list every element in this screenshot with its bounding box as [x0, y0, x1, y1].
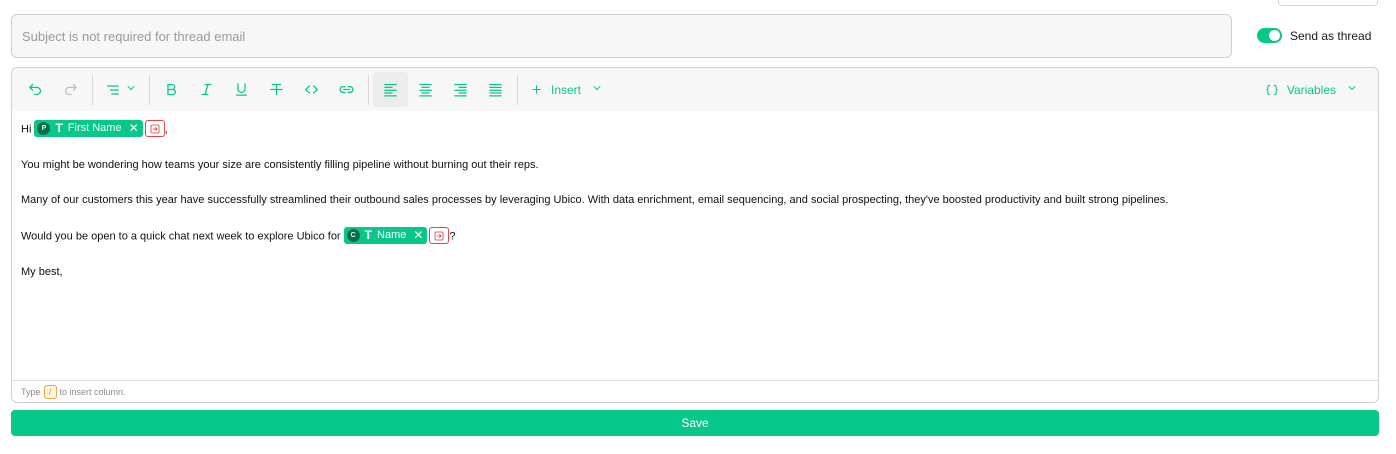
code-button[interactable]: [294, 72, 329, 107]
editor-toolbar: Insert Variables: [12, 68, 1378, 111]
heading-dropdown[interactable]: [97, 72, 145, 107]
hint-prefix: Type: [21, 386, 41, 397]
greeting-prefix: Hi: [21, 123, 32, 136]
strikethrough-icon: [270, 83, 283, 96]
insert-column-hint: Type / to insert column.: [12, 380, 1378, 402]
braces-icon: [1266, 84, 1278, 95]
toolbar-divider: [149, 74, 150, 105]
italic-button[interactable]: [189, 72, 224, 107]
align-justify-icon: [489, 83, 502, 97]
enter-icon: [150, 124, 160, 133]
email-editor: Insert Variables Hi P T First Name ✕ , Y…: [11, 67, 1379, 403]
send-as-thread-toggle[interactable]: Send as thread: [1257, 28, 1371, 43]
variable-label: First Name: [67, 122, 122, 134]
body-paragraph: Many of our customers this year have suc…: [21, 194, 1169, 206]
insert-label: Insert: [551, 82, 582, 97]
thread-switch[interactable]: [1257, 28, 1282, 43]
align-center-icon: [419, 83, 432, 97]
align-right-icon: [454, 83, 467, 97]
save-button[interactable]: Save: [11, 410, 1379, 436]
company-name-variable-pill[interactable]: C T Name ✕: [343, 227, 428, 244]
strikethrough-button[interactable]: [259, 72, 294, 107]
bold-button[interactable]: [154, 72, 189, 107]
align-justify-button[interactable]: [478, 72, 513, 107]
chevron-down-icon: [1348, 85, 1356, 90]
code-icon: [305, 85, 318, 94]
bold-icon: [167, 83, 177, 96]
subject-field[interactable]: [11, 14, 1232, 58]
fallback-flag-button[interactable]: [429, 227, 450, 244]
first-name-variable-pill[interactable]: P T First Name ✕: [34, 120, 143, 137]
insert-dropdown[interactable]: Insert: [522, 72, 611, 107]
question-line: Would you be open to a quick chat next w…: [21, 227, 1369, 245]
undo-button[interactable]: [18, 72, 53, 107]
remove-variable-icon[interactable]: ✕: [129, 121, 139, 136]
redo-button[interactable]: [53, 72, 88, 107]
variables-label: Variables: [1286, 82, 1336, 97]
top-action-button-edge[interactable]: [1278, 0, 1378, 6]
question-prefix: Would you be open to a quick chat next w…: [21, 230, 341, 243]
hint-suffix: to insert column.: [59, 386, 126, 397]
variables-dropdown[interactable]: Variables: [1257, 72, 1366, 107]
underline-button[interactable]: [224, 72, 259, 107]
undo-icon: [29, 83, 42, 96]
align-left-icon: [384, 83, 397, 97]
enter-icon: [435, 231, 444, 240]
thread-toggle-label: Send as thread: [1290, 28, 1372, 43]
remove-variable-icon[interactable]: ✕: [413, 228, 423, 243]
greeting-suffix: ,: [164, 123, 168, 136]
question-suffix: ?: [449, 230, 456, 243]
align-center-button[interactable]: [408, 72, 443, 107]
editor-content[interactable]: Hi P T First Name ✕ , You might be wonde…: [12, 111, 1378, 290]
align-right-button[interactable]: [443, 72, 478, 107]
text-type-icon: T: [55, 121, 63, 135]
plus-icon: [532, 85, 541, 94]
toolbar-divider: [92, 74, 93, 105]
redo-icon: [64, 83, 77, 96]
align-left-button[interactable]: [373, 72, 408, 107]
underline-icon: [235, 83, 248, 96]
chevron-down-icon: [593, 85, 601, 90]
signoff-line: My best,: [21, 266, 63, 278]
greeting-line: Hi P T First Name ✕ ,: [21, 120, 1369, 138]
text-type-icon: T: [364, 228, 373, 242]
fallback-flag-button[interactable]: [144, 120, 165, 137]
chevron-down-icon: [127, 85, 135, 90]
subject-input[interactable]: [12, 15, 1231, 57]
variable-source-badge: P: [37, 122, 51, 135]
link-button[interactable]: [329, 72, 364, 107]
slash-key-badge: /: [43, 384, 57, 399]
italic-icon: [201, 83, 212, 96]
toolbar-divider: [517, 74, 518, 105]
link-icon: [339, 86, 354, 93]
toolbar-divider: [368, 74, 369, 105]
heading-icon: [107, 84, 119, 95]
body-paragraph: You might be wondering how teams your si…: [21, 159, 539, 171]
variable-source-badge: C: [346, 229, 360, 242]
variable-label: Name: [377, 229, 407, 241]
